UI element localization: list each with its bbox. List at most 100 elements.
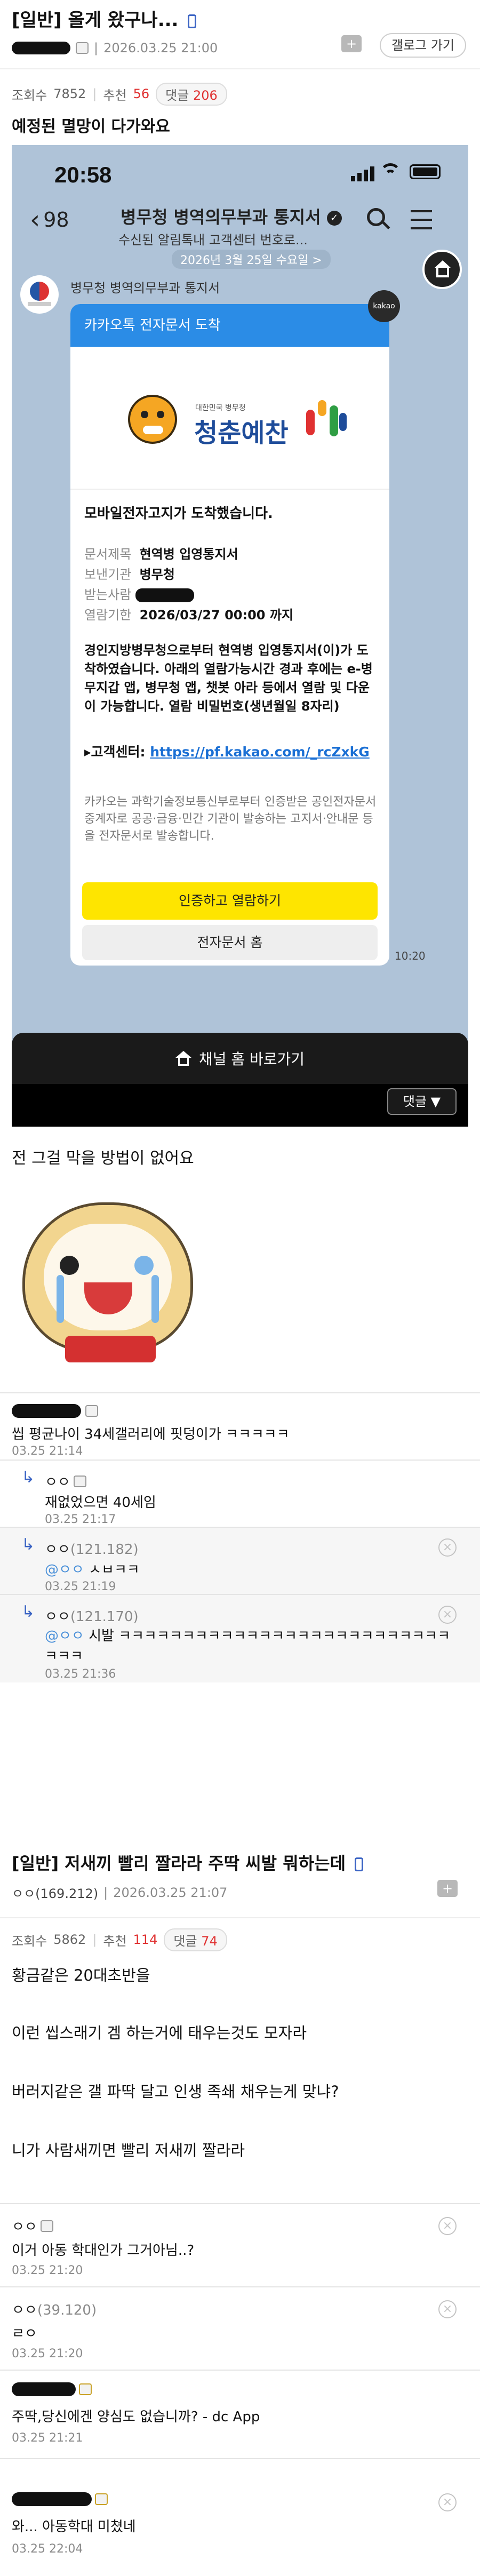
channel-title-text: 병무청 병역의무부과 통지서 <box>121 207 321 227</box>
delete-comment-icon[interactable]: × <box>438 1606 457 1624</box>
deadline-label: 열람기한 <box>84 608 132 623</box>
post1-title: [일반] 올게 왔구나... <box>12 5 197 31</box>
back-arrow-icon: ‹ <box>30 205 41 235</box>
comment-date: 03.25 21:20 <box>12 2264 83 2277</box>
comment-author-name: ㅇㅇ <box>12 2302 37 2318</box>
home-outline-icon <box>175 1051 191 1066</box>
deadline-value: 2026/03/27 00:00 까지 <box>139 608 293 623</box>
home-icon[interactable] <box>422 250 462 289</box>
doc-title-label: 문서제목 <box>84 547 132 562</box>
reply-author[interactable]: ㅇㅇ(121.170) <box>45 1606 139 1625</box>
reply-author-ip: (121.170) <box>70 1609 139 1625</box>
post2-meta: ㅇㅇ(169.212) | 2026.03.25 21:07 <box>12 1883 227 1902</box>
post2-line: 황금같은 20대초반을 <box>12 1966 150 1984</box>
comment-author[interactable] <box>12 2382 92 2396</box>
service-label: ▸고객센터: <box>84 744 146 760</box>
post2-title[interactable]: [일반] 저새끼 빨리 짤라라 주딱 씨발 뭐하는데 <box>12 1850 364 1875</box>
sender-name: 병무청 병역의무부과 통지서 <box>70 281 220 296</box>
comment-author[interactable]: ㅇㅇ(39.120) <box>12 2299 97 2319</box>
back-button[interactable]: ‹ 98 <box>30 205 69 235</box>
comment-date: 03.25 21:21 <box>12 2431 83 2445</box>
edoc-home-button[interactable]: 전자문서 홈 <box>82 925 378 960</box>
service-link[interactable]: https://pf.kakao.com/_rcZxkG <box>150 744 370 760</box>
sender-value: 병무청 <box>139 567 175 582</box>
views-count: 7852 <box>53 86 86 101</box>
post2-author[interactable]: ㅇㅇ(169.212) <box>12 1883 98 1902</box>
reply-mention[interactable]: @ㅇㅇ <box>45 1628 84 1644</box>
comment-author[interactable] <box>12 2492 108 2506</box>
reply-text-row: @ㅇㅇ ㅅㅂㅋㅋ <box>45 1559 140 1578</box>
delete-comment-icon[interactable]: × <box>438 2217 457 2235</box>
logo-text: 청춘예찬 <box>194 418 289 448</box>
stat-separator: | <box>92 1932 97 1947</box>
divider <box>0 1917 480 1918</box>
sender-row: 보낸기관 병무청 <box>84 564 378 585</box>
logo-org: 대한민국 병무청 <box>195 404 246 412</box>
comment-item: 씹 평균나이 34세갤러리에 핏덩이가 ㅋㅋㅋㅋㅋ 03.25 21:14 <box>0 1392 480 1460</box>
meta-separator: | <box>94 41 99 55</box>
tiger-mascot-icon <box>128 395 177 444</box>
reply-mention[interactable]: @ㅇㅇ <box>45 1562 84 1578</box>
comment-author[interactable]: ㅇㅇ <box>12 2216 53 2236</box>
reply-author-name: ㅇㅇ <box>45 1609 70 1625</box>
channel-home-bar[interactable]: 채널 홈 바로가기 <box>12 1033 468 1084</box>
views-label: 조회수 <box>12 1933 47 1949</box>
delete-comment-icon[interactable]: × <box>438 2493 457 2511</box>
card-divider <box>70 489 389 490</box>
reply-date: 03.25 21:17 <box>45 1513 116 1526</box>
post2-stats: 조회수 5862 | 추천 114 댓글 74 <box>12 1928 227 1951</box>
reply-text: 시발 ㅋㅋㅋㅋㅋㅋㅋㅋㅋㅋㅋㅋㅋㅋㅋㅋㅋㅋㅋㅋㅋㅋㅋㅋㅋㅋㅋㅋㅋ <box>45 1628 451 1664</box>
comment-item: ㅇㅇ 이거 아동 학대인가 그거아님..? 03.25 21:20 × <box>0 2203 480 2286</box>
comment-toggle-button[interactable]: 댓글 ▼ <box>387 1088 457 1115</box>
image-upload-icon[interactable]: + <box>341 35 362 52</box>
reply-item: ↳ ㅇㅇ 재없었으면 40세임 03.25 21:17 <box>0 1460 480 1527</box>
reply-author[interactable]: ㅇㅇ <box>45 1471 86 1491</box>
post1-stats: 조회수 7852 | 추천 56 댓글 206 <box>12 82 227 106</box>
comments-badge[interactable]: 댓글 206 <box>156 82 227 106</box>
gallery-member-icon <box>85 1405 98 1417</box>
reply-author-name: ㅇㅇ <box>45 1542 70 1558</box>
reply-date: 03.25 21:19 <box>45 1580 116 1593</box>
search-icon[interactable] <box>367 208 390 232</box>
comments-count: 74 <box>201 1933 218 1949</box>
gallery-member-icon <box>79 2383 92 2395</box>
reply-text: ㅅㅂㅋㅋ <box>89 1562 140 1578</box>
card-header: 카카오톡 전자문서 도착 <box>70 304 389 347</box>
comment-item: 와... 아동학대 미쳤네 03.25 22:04 × <box>0 2458 480 2576</box>
comments-label: 댓글 <box>173 1933 197 1949</box>
comments-label: 댓글 <box>165 87 189 103</box>
message-card: 카카오톡 전자문서 도착 대한민국 병무청 청춘예찬 모바일전자고지가 도착했습… <box>70 304 389 966</box>
signal-icon <box>351 166 374 181</box>
doc-title: 현역병 입영통지서 <box>139 547 238 562</box>
menu-icon[interactable] <box>411 210 432 229</box>
date-pill: 2026년 3월 25일 수요일 > <box>172 250 331 269</box>
delete-comment-icon[interactable]: × <box>438 2300 457 2318</box>
reply-item: ↳ ㅇㅇ(121.182) @ㅇㅇ ㅅㅂㅋㅋ 03.25 21:19 × <box>0 1527 480 1594</box>
reply-arrow-icon: ↳ <box>21 1535 35 1554</box>
reply-author[interactable]: ㅇㅇ(121.182) <box>45 1538 139 1558</box>
reply-text-row: @ㅇㅇ 시발 ㅋㅋㅋㅋㅋㅋㅋㅋㅋㅋㅋㅋㅋㅋㅋㅋㅋㅋㅋㅋㅋㅋㅋㅋㅋㅋㅋㅋㅋ <box>45 1626 461 1666</box>
verify-open-button[interactable]: 인증하고 열람하기 <box>82 882 378 920</box>
channel-home-label: 채널 홈 바로가기 <box>198 1050 305 1068</box>
author-redacted <box>12 2492 92 2506</box>
comment-text: 씹 평균나이 34세갤러리에 핏덩이가 ㅋㅋㅋㅋㅋ <box>12 1426 290 1442</box>
image-upload-icon[interactable]: + <box>437 1880 458 1897</box>
comment-date: 03.25 21:20 <box>12 2347 83 2360</box>
comments-badge[interactable]: 댓글 74 <box>164 1928 227 1951</box>
channel-avatar[interactable] <box>20 275 59 314</box>
reply-arrow-icon: ↳ <box>21 1468 35 1487</box>
reply-item: ↳ ㅇㅇ(121.170) @ㅇㅇ 시발 ㅋㅋㅋㅋㅋㅋㅋㅋㅋㅋㅋㅋㅋㅋㅋㅋㅋㅋㅋ… <box>0 1594 480 1682</box>
reply-arrow-icon: ↳ <box>21 1602 35 1621</box>
delete-comment-icon[interactable]: × <box>438 1538 457 1557</box>
crying-cat-emoticon <box>12 1192 204 1368</box>
comment-item: 주딱,당신에겐 양심도 없습니까? - dc App 03.25 21:21 <box>0 2370 480 2458</box>
stat-separator: | <box>92 86 97 101</box>
post2-line: 니가 사람새끼면 빨리 저새끼 짤라라 <box>12 2141 245 2159</box>
gallery-go-button[interactable]: 갤로그 가기 <box>380 33 466 58</box>
phone-time: 20:58 <box>54 162 112 187</box>
comment-author[interactable] <box>12 1404 98 1418</box>
views-count: 5862 <box>53 1932 86 1947</box>
comment-text: 주딱,당신에겐 양심도 없습니까? - dc App <box>12 2409 260 2425</box>
author-redacted[interactable] <box>12 42 70 54</box>
divider <box>0 68 480 69</box>
